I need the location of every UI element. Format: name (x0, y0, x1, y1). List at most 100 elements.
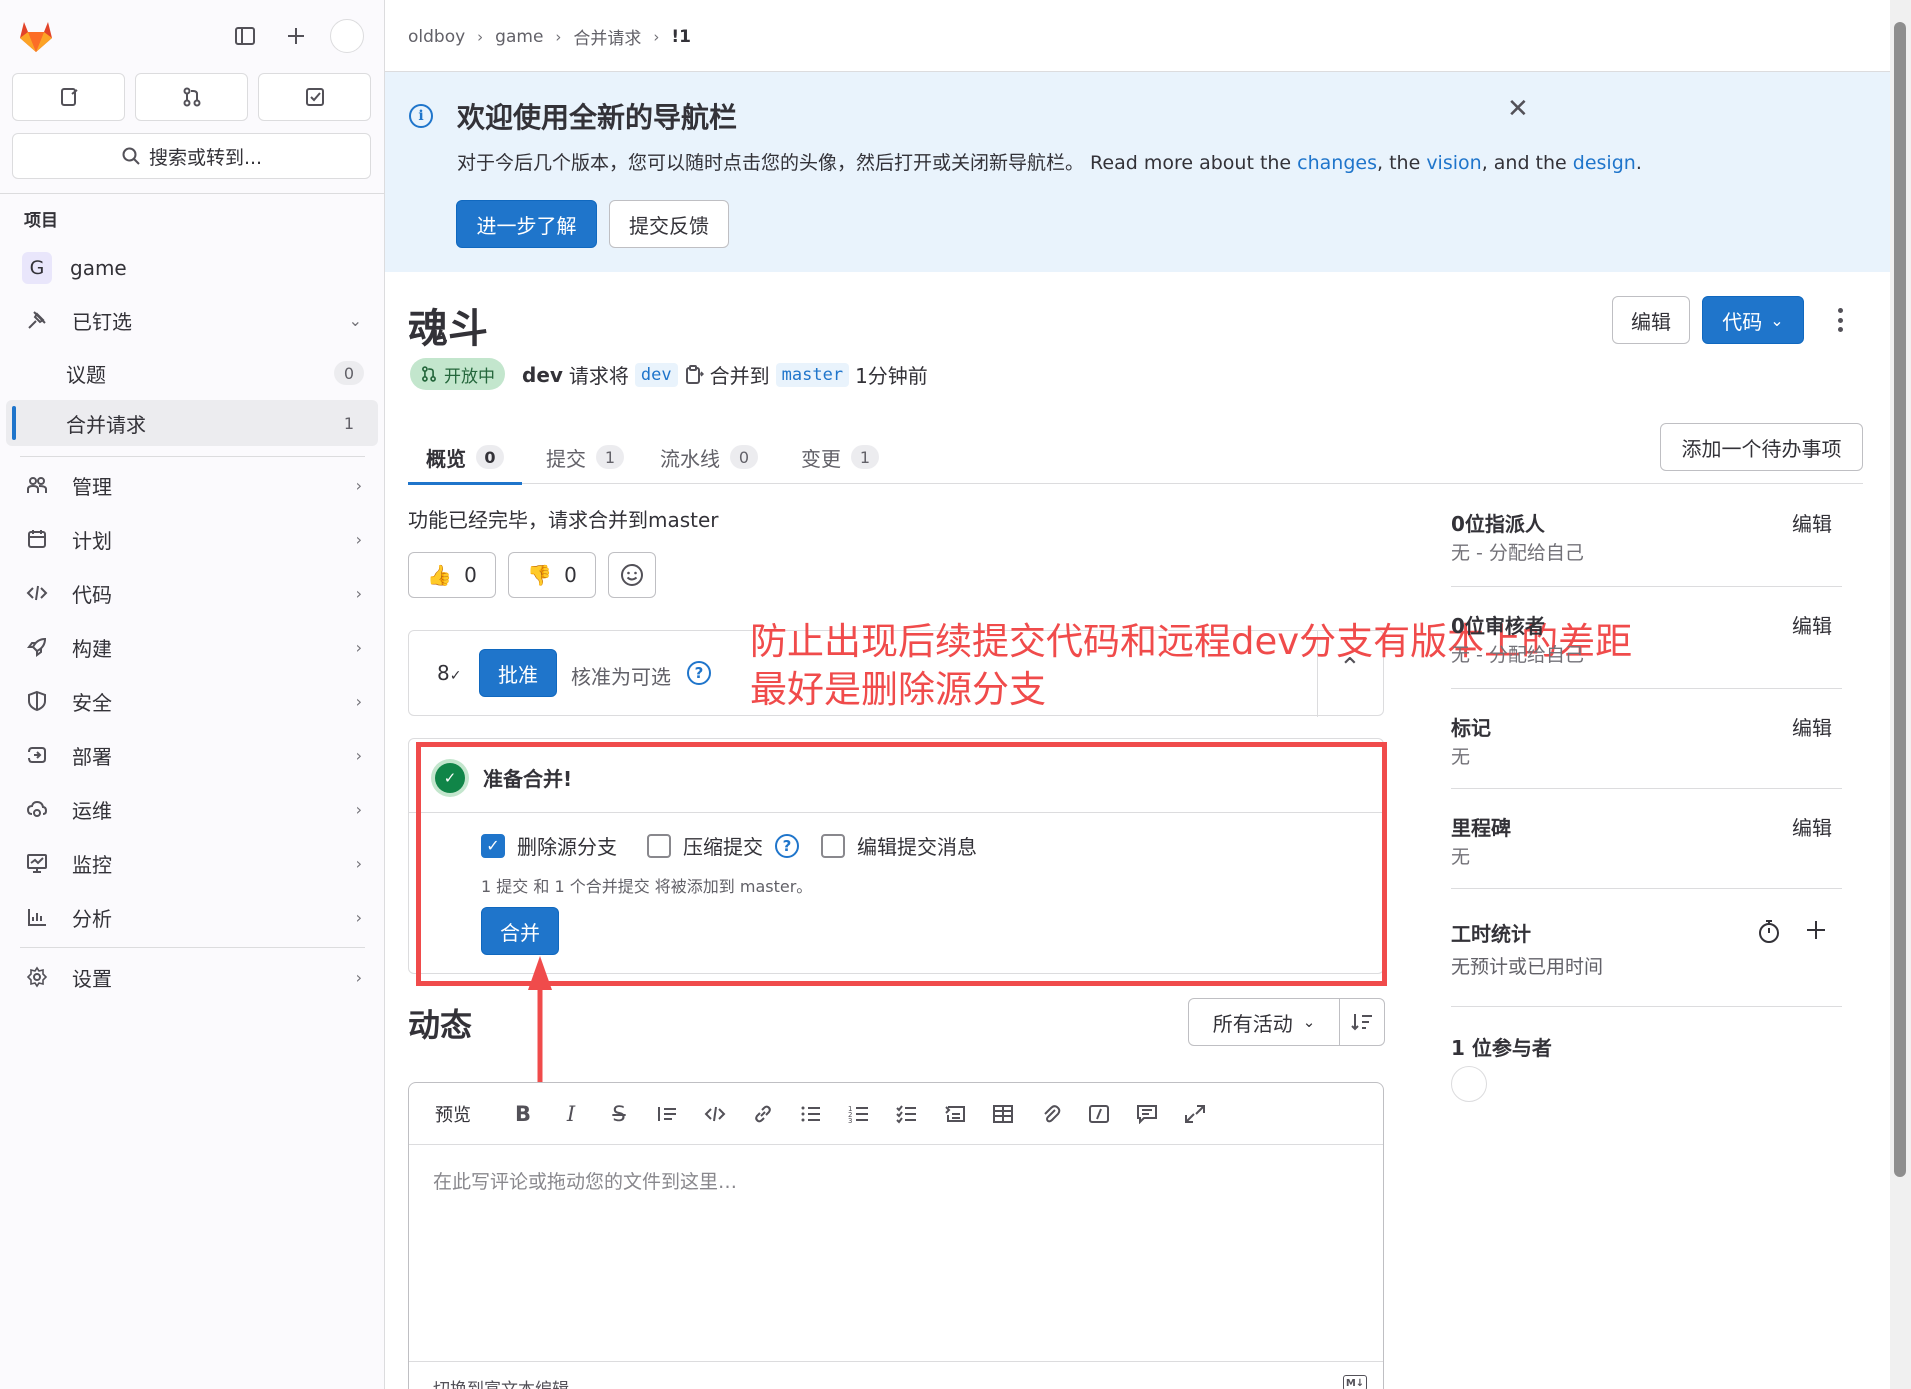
sidebar-item-analyze[interactable]: 分析 › (6, 894, 378, 940)
activity-filter-dropdown[interactable]: 所有活动 ⌄ (1188, 998, 1340, 1046)
add-todo-button[interactable]: 添加一个待办事项 (1660, 423, 1863, 471)
sidebar-item-manage[interactable]: 管理 › (6, 462, 378, 508)
sidebar-item-issues[interactable]: 议题 0 (6, 350, 378, 396)
issues-quick-button[interactable] (12, 73, 125, 121)
edit-button[interactable]: 编辑 (1612, 296, 1690, 344)
changes-link[interactable]: changes (1297, 152, 1377, 174)
preview-tab[interactable]: 预览 (435, 1101, 471, 1127)
close-icon[interactable]: ✕ (1507, 94, 1529, 124)
chevron-right-icon: › (355, 907, 362, 927)
learn-more-button[interactable]: 进一步了解 (456, 200, 597, 248)
assignee-value[interactable]: 无 - 分配给自己 (1451, 538, 1584, 565)
merge-request-icon (422, 366, 436, 382)
search-button[interactable]: 搜索或转到... (12, 133, 371, 179)
sort-direction-button[interactable] (1339, 998, 1385, 1046)
merge-request-meta: dev 请求将 dev 合并到 master 1分钟前 (522, 360, 928, 389)
vision-link[interactable]: vision (1426, 152, 1481, 174)
table-icon[interactable] (989, 1101, 1017, 1127)
created-time: 1分钟前 (855, 364, 928, 388)
issues-icon (60, 88, 78, 106)
chevron-right-icon: › (355, 799, 362, 819)
pin-icon (22, 309, 52, 331)
author-link[interactable]: dev (522, 363, 563, 387)
sidebar-item-pinned[interactable]: 已钉选 ⌄ (6, 297, 378, 343)
sidebar-divider (1451, 586, 1842, 587)
add-reaction-button[interactable] (608, 552, 656, 598)
sidebar-item-settings[interactable]: 设置 › (6, 954, 378, 1000)
attach-file-icon[interactable] (1037, 1101, 1065, 1127)
reviewer-edit-button[interactable]: 编辑 (1792, 610, 1832, 639)
milestone-edit-button[interactable]: 编辑 (1792, 812, 1832, 841)
italic-icon[interactable]: I (557, 1101, 585, 1127)
sidebar-item-operate[interactable]: 运维 › (6, 786, 378, 832)
sidebar-item-build[interactable]: 构建 › (6, 624, 378, 670)
strikethrough-icon[interactable]: S (605, 1101, 633, 1127)
todos-quick-button[interactable] (258, 73, 371, 121)
breadcrumb-item-current[interactable]: !1 (671, 27, 691, 47)
code-dropdown-button[interactable]: 代码 ⌄ (1702, 296, 1804, 344)
copy-icon[interactable] (684, 364, 704, 386)
thumbs-down-button[interactable]: 👎 0 (508, 552, 596, 598)
tab-commits[interactable]: 提交 1 (546, 430, 624, 484)
tab-overview[interactable]: 概览 0 (408, 430, 522, 485)
link-icon[interactable] (749, 1101, 777, 1127)
bold-icon[interactable]: B (509, 1101, 537, 1127)
sidebar-item-code[interactable]: 代码 › (6, 570, 378, 616)
merge-request-description: 功能已经完毕，请求合并到master (408, 508, 719, 532)
code-icon[interactable] (701, 1101, 729, 1127)
issues-count-badge: 0 (334, 361, 364, 385)
breadcrumb-item-project[interactable]: game (495, 27, 543, 47)
user-avatar[interactable] (330, 19, 364, 53)
sidebar-item-deploy[interactable]: 部署 › (6, 732, 378, 778)
plus-icon[interactable] (280, 20, 312, 52)
numbered-list-icon[interactable]: 123 (845, 1101, 873, 1127)
merge-request-tabs: 概览 0 提交 1 流水线 0 变更 1 (408, 430, 1863, 485)
monitor-icon (22, 852, 52, 874)
sidebar-item-monitor[interactable]: 监控 › (6, 840, 378, 886)
help-icon[interactable]: ? (687, 661, 711, 685)
source-branch[interactable]: dev (634, 362, 678, 387)
sidebar-item-plan[interactable]: 计划 › (6, 516, 378, 562)
sidebar-item-label: 议题 (66, 362, 106, 387)
switch-to-rich-text-button[interactable]: 切换到富文本编辑 (433, 1375, 569, 1389)
assignee-edit-button[interactable]: 编辑 (1792, 508, 1832, 537)
participant-avatar[interactable] (1451, 1066, 1487, 1102)
annotation-highlight-box (416, 742, 1387, 986)
fullscreen-icon[interactable] (1181, 1101, 1209, 1127)
chevron-right-icon: › (355, 637, 362, 657)
approve-button[interactable]: 批准 (479, 649, 557, 697)
stopwatch-icon[interactable] (1756, 918, 1782, 944)
labels-edit-button[interactable]: 编辑 (1792, 712, 1832, 741)
reviewer-section: 0位审核者 编辑 无 - 分配给自己 (1451, 610, 1842, 670)
sidebar-item-label: 监控 (72, 852, 112, 877)
more-actions-icon[interactable] (1832, 304, 1848, 336)
reviewer-value[interactable]: 无 - 分配给自己 (1451, 640, 1584, 667)
quote-icon[interactable] (653, 1101, 681, 1127)
breadcrumb-item-merge-requests[interactable]: 合并请求 (573, 24, 641, 49)
task-list-icon[interactable] (893, 1101, 921, 1127)
tab-pipelines[interactable]: 流水线 0 (660, 430, 758, 484)
comment-template-icon[interactable] (1133, 1101, 1161, 1127)
status-label: 开放中 (444, 366, 495, 387)
plus-icon[interactable] (1805, 919, 1827, 941)
sidebar-item-label: 计划 (72, 528, 112, 553)
milestone-section: 里程碑 编辑 无 (1451, 812, 1842, 872)
thumbs-up-button[interactable]: 👍 0 (408, 552, 496, 598)
sidebar-item-merge-requests[interactable]: 合并请求 1 (6, 400, 378, 446)
target-branch[interactable]: master (775, 362, 850, 387)
design-link[interactable]: design (1573, 152, 1636, 174)
sidebar-item-label: 运维 (72, 798, 112, 823)
gitlab-logo-icon[interactable] (16, 16, 56, 56)
collapsible-icon[interactable] (941, 1101, 969, 1127)
comment-input[interactable]: 在此写评论或拖动您的文件到这里… (433, 1167, 737, 1194)
submit-feedback-button[interactable]: 提交反馈 (609, 200, 729, 248)
tab-changes[interactable]: 变更 1 (801, 430, 879, 484)
collapse-sidebar-icon[interactable] (229, 20, 261, 52)
merge-requests-quick-button[interactable] (135, 73, 248, 121)
sidebar-item-security[interactable]: 安全 › (6, 678, 378, 724)
scrollbar-thumb[interactable] (1894, 22, 1906, 1177)
sidebar-item-project[interactable]: G game (6, 245, 378, 291)
breadcrumb-item-group[interactable]: oldboy (408, 27, 465, 47)
bullet-list-icon[interactable] (797, 1101, 825, 1127)
slash-command-icon[interactable] (1085, 1101, 1113, 1127)
